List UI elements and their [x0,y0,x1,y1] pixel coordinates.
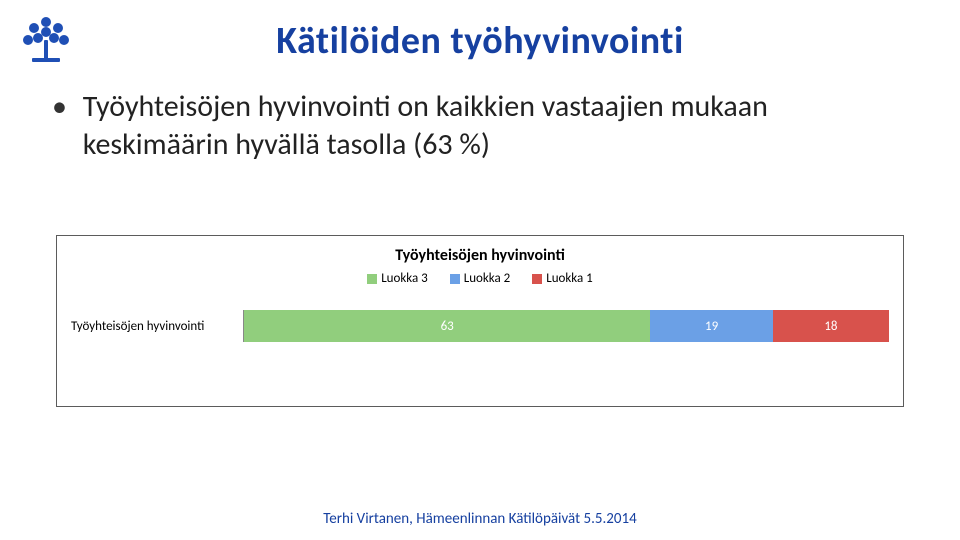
bullet-dot-icon: • [52,88,76,126]
legend-swatch-luokka3-icon [367,274,377,284]
chart-title: Työyhteisöjen hyvinvointi [71,246,889,265]
legend-swatch-luokka1-icon [532,274,542,284]
bar-row: Työyhteisöjen hyvinvointi 63 19 18 [71,304,889,348]
legend-item-luokka1: Luokka 1 [532,271,593,286]
bar-segment-luokka3: 63 [244,310,650,342]
slide-footer: Terhi Virtanen, Hämeenlinnan Kätilöpäivä… [0,510,960,528]
chart-container: Työyhteisöjen hyvinvointi Luokka 3 Luokk… [56,235,904,407]
bar-value-luokka3: 63 [441,319,454,334]
legend-swatch-luokka2-icon [450,274,460,284]
legend-label-luokka1: Luokka 1 [546,271,593,286]
bar-segment-luokka1: 18 [773,310,889,342]
legend-item-luokka3: Luokka 3 [367,271,428,286]
page-title: Kätilöiden työhyvinvointi [0,18,960,64]
bar-value-luokka1: 18 [824,319,837,334]
bar-segment-luokka2: 19 [650,310,773,342]
bar-value-luokka2: 19 [705,319,718,334]
bar-area: 63 19 18 [243,310,889,342]
legend-item-luokka2: Luokka 2 [450,271,511,286]
bullet-text: • Työyhteisöjen hyvinvointi on kaikkien … [52,88,892,163]
bullet-content: Työyhteisöjen hyvinvointi on kaikkien va… [83,88,883,163]
chart-legend: Luokka 3 Luokka 2 Luokka 1 [71,271,889,286]
legend-label-luokka2: Luokka 2 [464,271,511,286]
bar-category-label: Työyhteisöjen hyvinvointi [71,319,243,334]
legend-label-luokka3: Luokka 3 [381,271,428,286]
